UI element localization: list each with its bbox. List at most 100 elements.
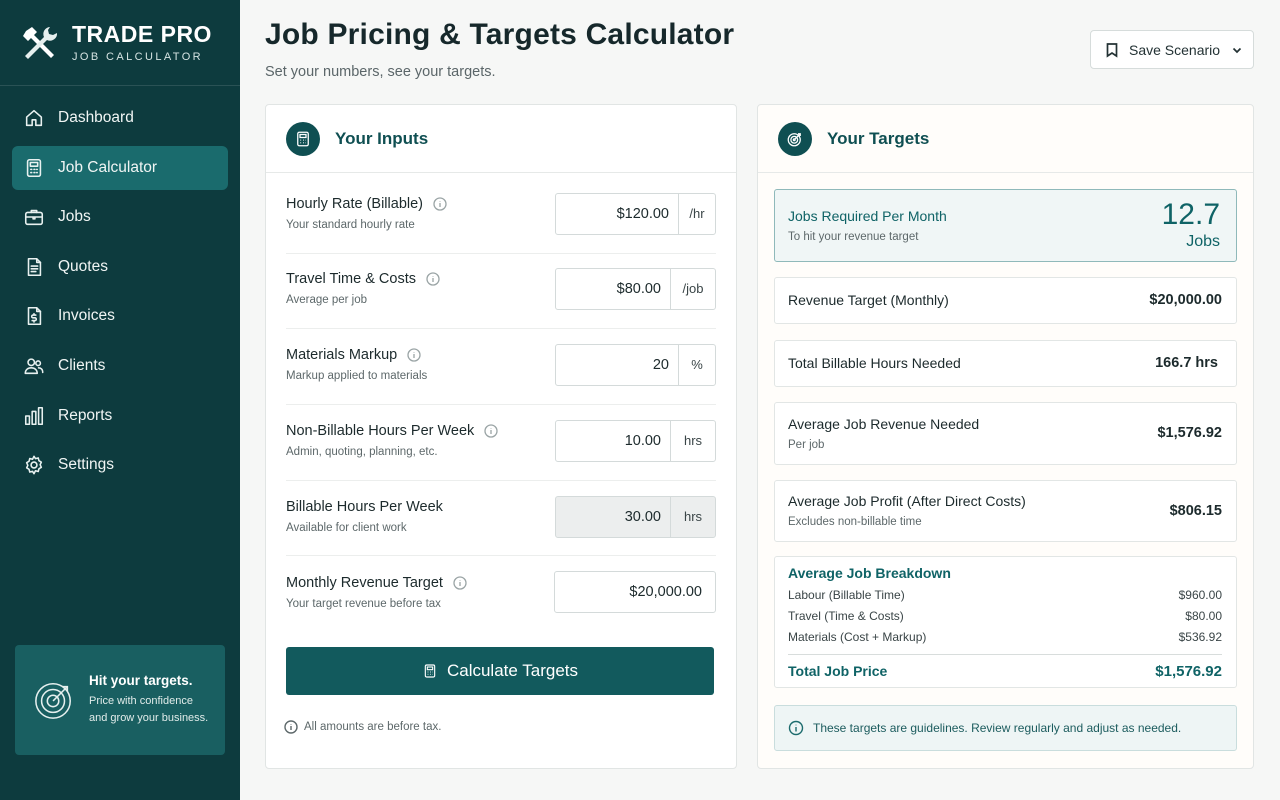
promo-text: Price with confidence and grow your busi…: [89, 693, 208, 727]
input-label-text: Monthly Revenue Target: [286, 575, 443, 591]
avg-revenue-value: $1,576.92: [1157, 425, 1222, 441]
monthly-revenue-target-field[interactable]: $20,000.00: [554, 571, 716, 613]
target-icon: [778, 121, 812, 156]
field-unit: hrs: [670, 497, 715, 537]
tax-note: All amounts are before tax.: [284, 720, 441, 734]
jobs-required-unit: Jobs: [1186, 233, 1220, 250]
field-unit: hrs: [670, 421, 715, 461]
bar-chart-icon: [23, 405, 45, 427]
calculate-targets-button[interactable]: Calculate Targets: [286, 647, 714, 695]
inputs-panel: Your Inputs Hourly Rate (Billable) Your …: [265, 104, 737, 769]
avg-profit-sub: Excludes non-billable time: [788, 516, 922, 528]
sidebar-item-label: Dashboard: [58, 109, 134, 126]
calculator-icon: [286, 121, 320, 156]
materials-markup-field[interactable]: 20 %: [555, 344, 716, 386]
page-title: Job Pricing & Targets Calculator: [265, 18, 735, 51]
field-unit: /job: [670, 269, 715, 309]
promo-title: Hit your targets.: [89, 672, 193, 688]
save-scenario-label: Save Scenario: [1129, 41, 1221, 58]
guideline-text: These targets are guidelines. Review reg…: [813, 721, 1182, 735]
sidebar-item-label: Job Calculator: [58, 158, 158, 176]
sidebar-item-label: Clients: [58, 356, 106, 374]
sidebar-item-jobs[interactable]: Jobs: [12, 195, 228, 239]
job-breakdown-card: Average Job Breakdown Labour (Billable T…: [774, 556, 1237, 688]
billable-hours-field: 30.00 hrs: [555, 496, 716, 538]
info-icon[interactable]: [426, 272, 440, 286]
page-subtitle: Set your numbers, see your targets.: [265, 64, 496, 80]
hourly-rate-field[interactable]: $120.00 /hr: [555, 193, 716, 235]
brand-subtitle: JOB CALCULATOR: [72, 50, 203, 63]
home-icon: [23, 107, 45, 129]
field-value[interactable]: 20: [556, 345, 678, 385]
chevron-down-icon[interactable]: [1231, 44, 1243, 56]
input-label-text: Travel Time & Costs: [286, 271, 416, 287]
breakdown-row: Materials (Cost + Markup) $536.92: [788, 630, 1222, 644]
field-unit: /hr: [678, 194, 715, 234]
sidebar-item-label: Quotes: [58, 257, 108, 275]
sidebar-item-clients[interactable]: Clients: [12, 344, 228, 388]
promo-line-2: and grow your business.: [89, 712, 209, 724]
breakdown-row-label: Travel (Time & Costs): [788, 609, 904, 623]
divider: [286, 404, 716, 405]
breakdown-row-label: Labour (Billable Time): [788, 588, 905, 602]
sidebar-item-label: Invoices: [58, 307, 115, 325]
billable-hours-value: 166.7 hrs: [1155, 355, 1218, 371]
info-icon[interactable]: [484, 424, 498, 438]
revenue-target-value: $20,000.00: [1149, 292, 1222, 308]
brand[interactable]: TRADE PRO JOB CALCULATOR: [0, 0, 240, 86]
guideline-note: These targets are guidelines. Review reg…: [774, 705, 1237, 751]
jobs-required-label: Jobs Required Per Month: [788, 208, 947, 224]
avg-profit-value: $806.15: [1169, 503, 1222, 519]
field-value[interactable]: $80.00: [556, 269, 670, 309]
input-row-monthly-revenue-target: Monthly Revenue Target Your target reven…: [286, 571, 716, 613]
divider: [286, 480, 716, 481]
info-icon: [788, 720, 804, 736]
sidebar-item-settings[interactable]: Settings: [12, 443, 228, 487]
input-row-materials-markup: Materials Markup Markup applied to mater…: [286, 344, 716, 386]
info-icon[interactable]: [433, 197, 447, 211]
billable-hours-card: Total Billable Hours Needed 166.7 hrs: [774, 340, 1237, 387]
invoice-icon: [23, 305, 45, 327]
input-row-non-billable-hours: Non-Billable Hours Per Week Admin, quoti…: [286, 420, 716, 462]
sidebar-item-quotes[interactable]: Quotes: [12, 245, 228, 289]
input-label-text: Non-Billable Hours Per Week: [286, 423, 475, 439]
input-label-text: Materials Markup: [286, 347, 398, 363]
info-icon[interactable]: [407, 348, 421, 362]
jobs-required-card: Jobs Required Per Month To hit your reve…: [774, 189, 1237, 262]
breakdown-row: Travel (Time & Costs) $80.00: [788, 609, 1222, 623]
targets-panel-title: Your Targets: [827, 128, 930, 148]
save-scenario-button[interactable]: Save Scenario: [1090, 30, 1254, 69]
breakdown-title: Average Job Breakdown: [788, 565, 951, 581]
breakdown-row-value: $80.00: [1185, 609, 1222, 623]
non-billable-hours-field[interactable]: 10.00 hrs: [555, 420, 716, 462]
divider: [286, 253, 716, 254]
billable-hours-label: Total Billable Hours Needed: [788, 355, 961, 371]
avg-profit-label: Average Job Profit (After Direct Costs): [788, 493, 1026, 509]
brand-title: TRADE PRO: [72, 20, 212, 47]
breakdown-row-label: Materials (Cost + Markup): [788, 630, 927, 644]
input-row-travel: Travel Time & Costs Average per job $80.…: [286, 268, 716, 310]
field-value[interactable]: $120.00: [556, 194, 678, 234]
info-icon: [284, 720, 298, 734]
sidebar-item-reports[interactable]: Reports: [12, 394, 228, 438]
sidebar-item-job-calculator[interactable]: Job Calculator: [12, 145, 228, 190]
users-icon: [23, 355, 45, 377]
gear-icon: [23, 454, 45, 476]
avg-revenue-label: Average Job Revenue Needed: [788, 416, 980, 432]
field-value[interactable]: $20,000.00: [555, 572, 715, 612]
field-value: 30.00: [624, 509, 661, 525]
field-value[interactable]: 10.00: [556, 421, 670, 461]
breakdown-total: Total Job Price $1,576.92: [788, 663, 1222, 680]
sidebar-item-dashboard[interactable]: Dashboard: [12, 96, 228, 140]
divider: [286, 328, 716, 329]
sidebar-item-invoices[interactable]: Invoices: [12, 294, 228, 338]
calculate-targets-label: Calculate Targets: [446, 661, 579, 680]
bookmark-icon: [1106, 42, 1118, 58]
input-row-hourly-rate: Hourly Rate (Billable) Your standard hou…: [286, 193, 716, 235]
revenue-target-card: Revenue Target (Monthly) $20,000.00: [774, 277, 1237, 324]
breakdown-row-value: $536.92: [1178, 630, 1222, 644]
input-label-text: Billable Hours Per Week: [286, 499, 443, 515]
info-icon[interactable]: [453, 576, 467, 590]
travel-cost-field[interactable]: $80.00 /job: [555, 268, 716, 310]
input-label-text: Hourly Rate (Billable): [286, 196, 423, 212]
